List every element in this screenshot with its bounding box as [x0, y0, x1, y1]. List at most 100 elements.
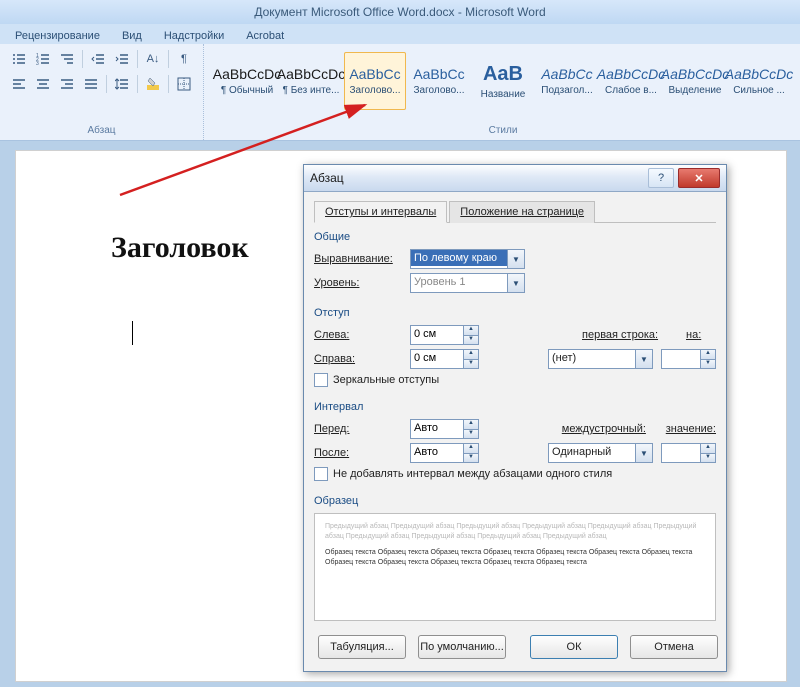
style-item[interactable]: AaBbCcDc Слабое в... [600, 52, 662, 110]
after-spin[interactable]: ▲▼ [410, 443, 479, 463]
increase-indent-icon[interactable] [111, 48, 133, 70]
ribbon-tab[interactable]: Надстройки [164, 28, 224, 44]
ribbon-tab[interactable]: Вид [122, 28, 142, 44]
style-preview: AaBbCcDc [597, 66, 665, 82]
dialog-titlebar[interactable]: Абзац ? ✕ [304, 165, 726, 192]
style-label: Подзагол... [541, 85, 592, 96]
shading-icon[interactable] [142, 73, 164, 95]
default-button[interactable]: По умолчанию... [418, 635, 506, 659]
style-item[interactable]: AaB Название [472, 52, 534, 110]
style-preview: AaBbCc [413, 66, 464, 82]
style-preview: AaBbCcDc [661, 66, 729, 82]
indent-left-spin[interactable]: ▲▼ [410, 325, 479, 345]
section-indent: Отступ [314, 307, 716, 319]
style-preview: AaBbCcDc [277, 66, 345, 82]
line-spacing-icon[interactable] [111, 73, 133, 95]
decrease-indent-icon[interactable] [87, 48, 109, 70]
document-heading: Заголовок [111, 231, 249, 265]
style-label: Выделение [669, 85, 722, 96]
dialog-title: Абзац [310, 171, 648, 185]
chevron-down-icon[interactable]: ▼ [507, 250, 524, 268]
style-item[interactable]: AaBbCc Подзагол... [536, 52, 598, 110]
style-preview: AaBbCcDc [725, 66, 793, 82]
no-add-space-checkbox[interactable]: Не добавлять интервал между абзацами одн… [314, 467, 716, 481]
first-line-label: первая строка: [582, 329, 678, 341]
style-item[interactable]: AaBbCc Заголово... [408, 52, 470, 110]
indent-right-spin[interactable]: ▲▼ [410, 349, 479, 369]
window-title: Документ Microsoft Office Word.docx - Mi… [0, 5, 800, 19]
style-label: Сильное ... [733, 85, 785, 96]
chevron-down-icon[interactable]: ▼ [507, 274, 524, 292]
style-item[interactable]: AaBbCcDc Выделение [664, 52, 726, 110]
line-spacing-combo[interactable]: ▼ [548, 443, 653, 463]
line-label: междустрочный: [562, 423, 658, 435]
style-preview: AaBbCc [349, 66, 400, 82]
after-label: После: [314, 447, 402, 459]
close-button[interactable]: ✕ [678, 168, 720, 188]
align-right-icon[interactable] [56, 73, 78, 95]
style-label: Название [481, 89, 526, 100]
window-titlebar: Документ Microsoft Office Word.docx - Mi… [0, 0, 800, 24]
value-label: значение: [666, 423, 716, 435]
ok-button[interactable]: ОК [530, 635, 618, 659]
before-label: Перед: [314, 423, 402, 435]
text-cursor [132, 321, 133, 345]
cancel-button[interactable]: Отмена [630, 635, 718, 659]
indent-on-label: на: [686, 329, 716, 341]
sort-icon[interactable]: A↓ [142, 48, 164, 70]
before-spin[interactable]: ▲▼ [410, 419, 479, 439]
style-preview: AaBbCcDc [213, 66, 281, 82]
ribbon-tab[interactable]: Рецензирование [15, 28, 100, 44]
svg-text:3: 3 [36, 61, 39, 66]
chevron-down-icon[interactable]: ▼ [635, 350, 652, 368]
level-combo[interactable]: ▼ [410, 273, 525, 293]
style-item[interactable]: AaBbCcDc ¶ Обычный [216, 52, 278, 110]
numbering-icon[interactable]: 123 [32, 48, 54, 70]
chevron-down-icon[interactable]: ▼ [635, 444, 652, 462]
style-item[interactable]: AaBbCcDc ¶ Без инте... [280, 52, 342, 110]
align-center-icon[interactable] [32, 73, 54, 95]
checkbox-icon [314, 373, 328, 387]
paragraph-dialog: Абзац ? ✕ Отступы и интервалы Положение … [303, 164, 727, 672]
section-spacing: Интервал [314, 401, 716, 413]
align-label: Выравнивание: [314, 253, 402, 265]
borders-icon[interactable] [173, 73, 195, 95]
section-sample: Образец [314, 495, 716, 507]
align-left-icon[interactable] [8, 73, 30, 95]
style-preview: AaBbCc [541, 66, 592, 82]
mirror-indents-checkbox[interactable]: Зеркальные отступы [314, 373, 716, 387]
style-label: Заголово... [350, 85, 401, 96]
style-label: Слабое в... [605, 85, 657, 96]
align-justify-icon[interactable] [80, 73, 102, 95]
tabs-button[interactable]: Табуляция... [318, 635, 406, 659]
help-button[interactable]: ? [648, 168, 674, 188]
paragraph-group: 123 A↓ ¶ [0, 44, 204, 140]
checkbox-icon [314, 467, 328, 481]
style-item[interactable]: AaBbCc Заголово... [344, 52, 406, 110]
ribbon-tabs: Рецензирование Вид Надстройки Acrobat [0, 24, 800, 44]
style-label: Заголово... [414, 85, 465, 96]
show-marks-icon[interactable]: ¶ [173, 48, 195, 70]
ribbon: 123 A↓ ¶ [0, 44, 800, 141]
styles-group: AaBbCcDc¶ ОбычныйAaBbCcDc¶ Без инте...Aa… [204, 44, 800, 140]
tab-position[interactable]: Положение на странице [449, 201, 595, 223]
dialog-tabs: Отступы и интервалы Положение на страниц… [314, 200, 716, 223]
align-combo[interactable]: ▼ [410, 249, 525, 269]
bullets-icon[interactable] [8, 48, 30, 70]
group-label-styles: Стили [212, 123, 794, 138]
style-label: ¶ Обычный [221, 85, 273, 96]
section-general: Общие [314, 231, 716, 243]
tab-indents[interactable]: Отступы и интервалы [314, 201, 447, 223]
preview-box: Предыдущий абзац Предыдущий абзац Предыд… [314, 513, 716, 621]
indent-right-label: Справа: [314, 353, 402, 365]
multilevel-list-icon[interactable] [56, 48, 78, 70]
ribbon-tab[interactable]: Acrobat [246, 28, 284, 44]
indent-on-spin[interactable]: ▲▼ [661, 349, 716, 369]
value-spin[interactable]: ▲▼ [661, 443, 716, 463]
style-label: ¶ Без инте... [283, 85, 340, 96]
style-preview: AaB [483, 63, 523, 86]
level-label: Уровень: [314, 277, 402, 289]
first-line-combo[interactable]: ▼ [548, 349, 653, 369]
style-item[interactable]: AaBbCcDc Сильное ... [728, 52, 790, 110]
indent-left-label: Слева: [314, 329, 402, 341]
